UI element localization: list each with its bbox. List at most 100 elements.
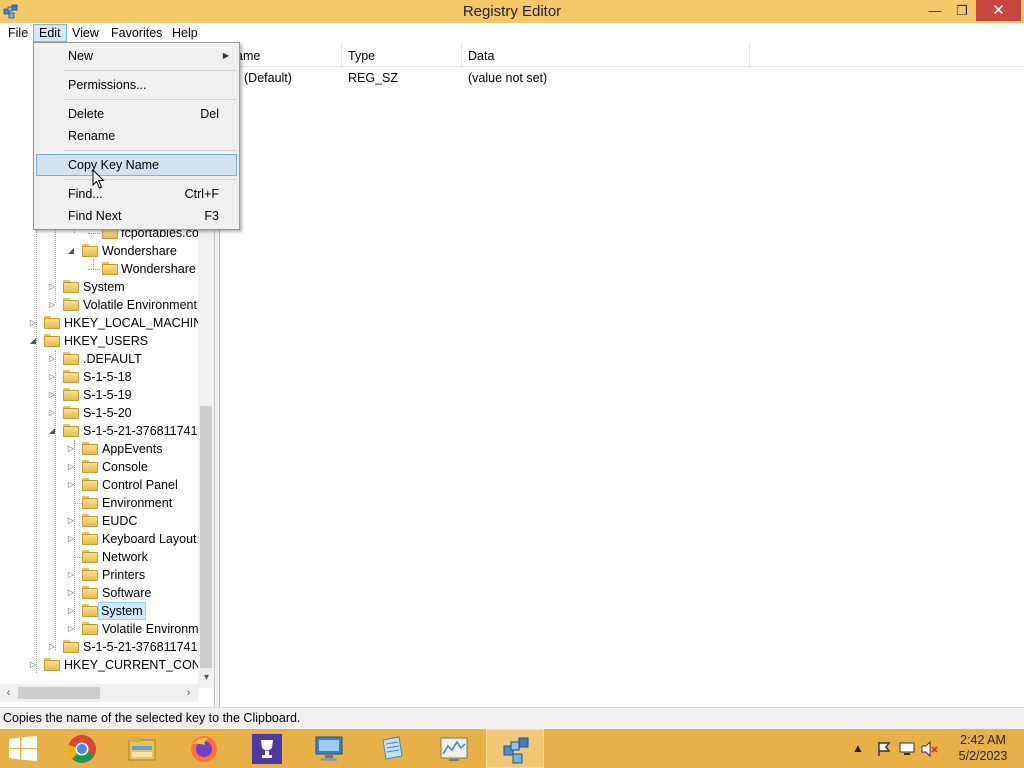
- collapsed-arrow-icon[interactable]: ▷: [66, 620, 76, 638]
- scroll-thumb[interactable]: [200, 406, 212, 668]
- firefox-taskbar-button[interactable]: [174, 729, 232, 768]
- tree-item-label: Network: [102, 550, 148, 564]
- tree-item-label: Wondershare I: [121, 262, 203, 276]
- menu-item-new[interactable]: New ▶: [36, 45, 237, 67]
- shortcut-label: Ctrl+F: [184, 187, 219, 201]
- values-list[interactable]: ame Type Data (Default) REG_SZ (value no…: [219, 43, 1024, 707]
- collapsed-arrow-icon[interactable]: ▷: [47, 404, 57, 422]
- folder-icon: [44, 316, 60, 329]
- volume-muted-icon[interactable]: [921, 741, 939, 757]
- action-center-flag-icon[interactable]: [876, 741, 892, 757]
- collapsed-arrow-icon[interactable]: ▷: [47, 278, 57, 296]
- clock-time: 2:42 AM: [960, 733, 1006, 747]
- folder-icon: [44, 658, 60, 671]
- collapsed-arrow-icon[interactable]: ▷: [66, 566, 76, 584]
- folder-icon: [63, 352, 79, 365]
- firefox-icon: [191, 736, 217, 762]
- expanded-arrow-icon[interactable]: ◢: [66, 242, 76, 260]
- tree-horizontal-scrollbar[interactable]: ‹ ›: [0, 684, 198, 702]
- menu-help[interactable]: Help: [167, 24, 203, 42]
- maximize-button[interactable]: ❐: [948, 0, 976, 21]
- chrome-icon: [67, 735, 96, 763]
- scroll-right-arrow-icon[interactable]: ›: [180, 684, 197, 702]
- scroll-down-arrow-icon[interactable]: ▾: [198, 669, 214, 686]
- tree-item-label: S-1-5-18: [83, 370, 132, 384]
- menu-item-label: Copy Key Name: [68, 158, 160, 172]
- menu-item-find[interactable]: Find... Ctrl+F: [36, 183, 237, 205]
- menu-edit[interactable]: Edit: [33, 24, 67, 42]
- menu-item-rename[interactable]: Rename: [36, 125, 237, 147]
- tree-item-label: Environment: [102, 496, 173, 510]
- menu-file[interactable]: File: [3, 24, 33, 42]
- menu-separator: [64, 70, 237, 71]
- collapsed-arrow-icon[interactable]: ▷: [47, 368, 57, 386]
- menu-item-permissions[interactable]: Permissions...: [36, 74, 237, 96]
- show-hidden-icons-chevron-icon[interactable]: ▲: [852, 729, 864, 768]
- registry-editor-taskbar-button[interactable]: [486, 729, 544, 768]
- folder-icon: [63, 370, 79, 383]
- minimize-button[interactable]: —: [920, 0, 950, 21]
- scroll-left-arrow-icon[interactable]: ‹: [0, 684, 17, 702]
- menu-item-delete[interactable]: Delete Del: [36, 103, 237, 125]
- tree-item-label: Printers: [102, 568, 146, 582]
- folder-icon: [82, 550, 98, 563]
- collapsed-arrow-icon[interactable]: ▷: [47, 296, 57, 314]
- clock-date: 5/2/2023: [958, 749, 1008, 763]
- menu-view[interactable]: View: [67, 24, 104, 42]
- collapsed-arrow-icon[interactable]: ▷: [66, 584, 76, 602]
- collapsed-arrow-icon[interactable]: ▷: [66, 440, 76, 458]
- collapsed-arrow-icon[interactable]: ▷: [47, 386, 57, 404]
- collapsed-arrow-icon[interactable]: ▷: [66, 602, 76, 620]
- menu-item-label: Delete: [68, 107, 105, 121]
- close-button[interactable]: ✕: [976, 0, 1021, 21]
- folder-icon: [82, 532, 98, 545]
- menu-item-label: New: [68, 49, 94, 63]
- collapsed-arrow-icon[interactable]: ▷: [47, 638, 57, 656]
- value-name: (Default): [244, 71, 292, 85]
- collapsed-arrow-icon[interactable]: ▷: [66, 512, 76, 530]
- tree-item-label: EUDC: [102, 514, 138, 528]
- trophy-app-taskbar-button[interactable]: [237, 729, 295, 768]
- tree-item-label: Volatile Environme: [102, 622, 206, 636]
- expanded-arrow-icon[interactable]: ◢: [28, 332, 38, 350]
- taskbar-clock[interactable]: 2:42 AM 5/2/2023: [950, 732, 1016, 764]
- tree-item-label: Wondershare: [102, 244, 177, 258]
- tree-item-label: S-1-5-21-3768117415-: [83, 640, 209, 654]
- column-name[interactable]: ame: [230, 43, 342, 67]
- tree-item-label: S-1-5-20: [83, 406, 132, 420]
- collapsed-arrow-icon[interactable]: ▷: [28, 314, 38, 332]
- collapsed-arrow-icon[interactable]: ▷: [66, 458, 76, 476]
- column-type[interactable]: Type: [342, 43, 462, 67]
- collapsed-arrow-icon[interactable]: ▷: [47, 350, 57, 368]
- registry-editor-icon: [503, 737, 529, 764]
- folder-icon: [82, 496, 98, 509]
- scroll-thumb[interactable]: [18, 687, 100, 699]
- network-icon[interactable]: [899, 741, 915, 757]
- submenu-arrow-icon: ▶: [222, 51, 229, 60]
- menu-item-find-next[interactable]: Find Next F3: [36, 205, 237, 227]
- value-row[interactable]: (Default) REG_SZ (value not set): [220, 69, 1024, 87]
- notepad-taskbar-button[interactable]: [362, 729, 420, 768]
- folder-icon: [44, 334, 60, 347]
- tree-item-label: System: [83, 280, 125, 294]
- menu-item-copy-key-name[interactable]: Copy Key Name: [36, 154, 237, 176]
- column-data[interactable]: Data: [462, 43, 750, 67]
- status-bar: Copies the name of the selected key to t…: [0, 707, 1024, 729]
- folder-icon: [82, 622, 98, 635]
- collapsed-arrow-icon[interactable]: ▷: [28, 656, 38, 674]
- performance-monitor-taskbar-button[interactable]: [424, 729, 482, 768]
- folder-icon: [82, 568, 98, 581]
- folder-icon: [82, 478, 98, 491]
- mouse-cursor-icon: [92, 169, 105, 189]
- tree-line: [36, 223, 37, 673]
- shortcut-label: F3: [204, 209, 219, 223]
- menu-favorites[interactable]: Favorites: [106, 24, 167, 42]
- file-explorer-taskbar-button[interactable]: [112, 729, 170, 768]
- start-button[interactable]: [0, 729, 47, 768]
- chrome-taskbar-button[interactable]: [52, 729, 110, 768]
- remote-desktop-taskbar-button[interactable]: [299, 729, 357, 768]
- collapsed-arrow-icon[interactable]: ▷: [66, 530, 76, 548]
- expanded-arrow-icon[interactable]: ◢: [47, 422, 57, 440]
- collapsed-arrow-icon[interactable]: ▷: [66, 476, 76, 494]
- menu-item-label: Find Next: [68, 209, 122, 223]
